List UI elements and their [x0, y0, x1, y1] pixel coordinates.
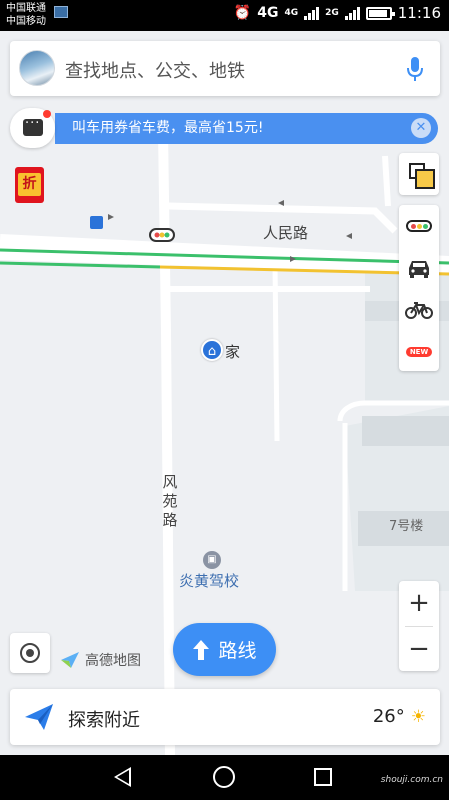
notification-icon — [54, 6, 68, 18]
new-badge: NEW — [405, 347, 433, 357]
new-feature-button[interactable]: NEW — [399, 333, 439, 371]
signal-icon — [304, 6, 320, 20]
signal-icon-2 — [344, 6, 360, 20]
system-nav-bar: shouji.com.cn — [0, 755, 449, 800]
route-arrow-icon — [193, 639, 210, 660]
bus-stop-icon — [90, 216, 103, 229]
map-arrow — [278, 200, 284, 206]
clock: 11:16 — [397, 4, 441, 22]
recent-apps-icon[interactable] — [314, 768, 332, 786]
zoom-in-button[interactable]: + — [399, 581, 439, 625]
message-button[interactable] — [10, 108, 55, 148]
watermark: shouji.com.cn — [380, 775, 443, 785]
map-arrow — [108, 214, 114, 220]
map-building-3 — [362, 416, 449, 446]
zoom-out-button[interactable]: − — [399, 627, 439, 671]
taxi-button[interactable] — [399, 249, 439, 287]
road-label-fengyuan-3: 路 — [162, 511, 178, 529]
home-button-icon[interactable] — [213, 766, 235, 788]
notification-dot — [43, 110, 51, 118]
school-poi-icon[interactable]: ▣ — [203, 551, 221, 569]
car-icon — [409, 261, 429, 278]
road-label-fengyuan-2: 苑 — [162, 492, 178, 510]
alarm-icon: ⏰ — [233, 5, 252, 21]
home-icon[interactable]: ⌂ — [201, 339, 223, 361]
chat-icon — [23, 116, 43, 136]
traffic-button[interactable] — [399, 207, 439, 245]
status-bar: 中国联通 中国移动 ⏰ 4G 4G 2G 11:16 — [0, 0, 449, 31]
route-label: 路线 — [218, 640, 257, 662]
building-label: 7号楼 — [389, 519, 424, 534]
network-type-3: 2G — [325, 8, 339, 18]
locate-icon-core — [26, 649, 34, 657]
network-type-2: 4G — [284, 8, 299, 18]
discount-envelope-icon[interactable]: 折 — [15, 167, 44, 203]
promo-banner[interactable]: 叫车用券省车费，最高省15元! ✕ — [55, 113, 438, 144]
search-input[interactable]: 查找地点、公交、地铁 — [65, 57, 245, 83]
back-icon[interactable] — [114, 767, 131, 787]
carrier-names: 中国联通 中国移动 — [6, 2, 46, 28]
logo-text: 高德地图 — [85, 653, 141, 669]
traffic-icon — [406, 220, 432, 232]
home-label[interactable]: 家 — [225, 341, 240, 362]
explore-nearby-bar[interactable]: 探索附近 26° ☀ — [10, 689, 440, 745]
map-road-minor — [382, 155, 391, 207]
temperature: 26° — [372, 706, 405, 727]
layers-icon — [409, 163, 435, 189]
sun-icon: ☀ — [410, 706, 426, 727]
carrier-1: 中国联通 — [6, 3, 46, 14]
paper-plane-icon — [25, 704, 53, 730]
promo-text[interactable]: 叫车用券省车费，最高省15元! — [72, 120, 263, 136]
battery-icon — [365, 6, 395, 20]
network-type-1: 4G — [257, 5, 279, 21]
close-icon[interactable]: ✕ — [411, 118, 431, 138]
weather-widget[interactable]: 26° ☀ — [373, 706, 426, 727]
explore-nearby-label[interactable]: 探索附近 — [68, 706, 140, 732]
avatar[interactable] — [19, 50, 55, 86]
layers-button[interactable] — [399, 153, 439, 195]
route-button[interactable]: 路线 — [173, 623, 276, 676]
road-label-renmin: 人民路 — [263, 224, 309, 242]
school-label[interactable]: 炎黄驾校 — [179, 570, 239, 591]
bicycle-icon — [405, 302, 433, 319]
search-bar[interactable]: 查找地点、公交、地铁 — [10, 41, 440, 96]
bike-button[interactable] — [399, 291, 439, 329]
zoom-control: + − — [399, 581, 439, 671]
discount-label: 折 — [18, 173, 41, 196]
microphone-icon[interactable] — [404, 55, 426, 83]
amap-logo-icon — [61, 652, 79, 668]
road-label-fengyuan-1: 风 — [162, 473, 178, 491]
status-indicators: ⏰ 4G 4G 2G 11:16 — [234, 4, 441, 22]
amap-logo: 高德地图 — [59, 650, 141, 670]
map-road-fengyuan — [158, 130, 175, 755]
locate-button[interactable] — [10, 633, 50, 673]
carrier-2: 中国移动 — [6, 16, 46, 27]
map-arrow — [346, 233, 352, 239]
map-tools-panel: NEW — [399, 205, 439, 371]
